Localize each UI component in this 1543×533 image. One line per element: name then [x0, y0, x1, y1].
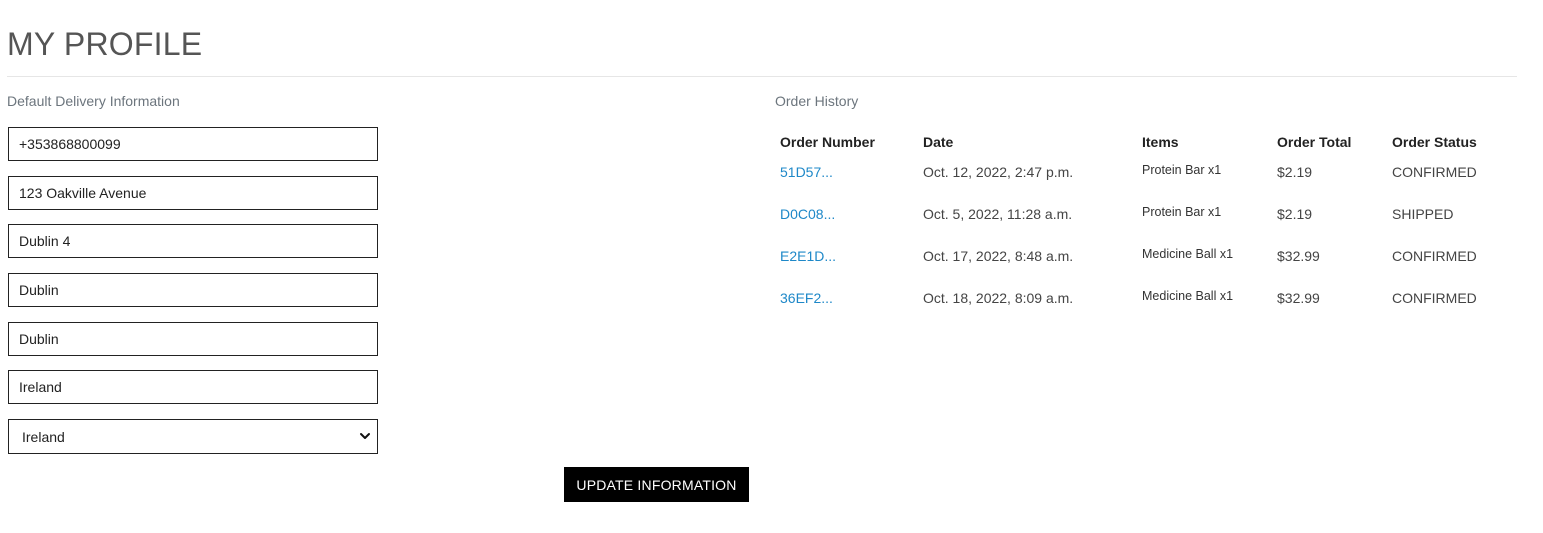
- chevron-down-icon: [360, 433, 370, 439]
- order-status: CONFIRMED: [1392, 164, 1477, 180]
- title-divider: [7, 76, 1517, 77]
- order-number-link[interactable]: 51D57...: [780, 163, 833, 181]
- country-text-field[interactable]: [8, 370, 378, 404]
- column-header-order-status: Order Status: [1392, 134, 1477, 150]
- table-row: 36EF2... Oct. 18, 2022, 8:09 a.m. Medici…: [780, 289, 1520, 331]
- order-number-link[interactable]: D0C08...: [780, 205, 835, 223]
- page-title: MY PROFILE: [7, 26, 203, 62]
- order-status: CONFIRMED: [1392, 248, 1477, 264]
- update-information-button[interactable]: UPDATE INFORMATION: [564, 467, 749, 502]
- order-number-link[interactable]: E2E1D...: [780, 247, 836, 265]
- county-field[interactable]: [8, 273, 378, 307]
- order-status: SHIPPED: [1392, 206, 1454, 222]
- order-status: CONFIRMED: [1392, 290, 1477, 306]
- column-header-date: Date: [923, 134, 954, 150]
- order-date: Oct. 17, 2022, 8:48 a.m.: [923, 248, 1074, 264]
- order-date: Oct. 18, 2022, 8:09 a.m.: [923, 290, 1074, 306]
- delivery-section-label: Default Delivery Information: [7, 93, 180, 109]
- profile-page: MY PROFILE Default Delivery Information …: [0, 0, 1543, 533]
- order-items: Medicine Ball x1: [1142, 289, 1234, 303]
- order-total: $32.99: [1277, 248, 1320, 264]
- order-items: Protein Bar x1: [1142, 205, 1222, 219]
- town-city-field[interactable]: [8, 224, 378, 258]
- table-row: D0C08... Oct. 5, 2022, 11:28 a.m. Protei…: [780, 205, 1520, 247]
- order-date: Oct. 12, 2022, 2:47 p.m.: [923, 164, 1074, 180]
- postcode-field[interactable]: [8, 322, 378, 356]
- country-select-value: Ireland: [22, 428, 65, 445]
- order-number-link[interactable]: 36EF2...: [780, 289, 833, 307]
- order-items: Medicine Ball x1: [1142, 247, 1234, 261]
- column-header-order-number: Order Number: [780, 134, 875, 150]
- order-history-label: Order History: [775, 93, 859, 109]
- column-header-items: Items: [1142, 134, 1179, 150]
- column-header-order-total: Order Total: [1277, 134, 1352, 150]
- table-row: 51D57... Oct. 12, 2022, 2:47 p.m. Protei…: [780, 163, 1520, 205]
- table-row: E2E1D... Oct. 17, 2022, 8:48 a.m. Medici…: [780, 247, 1520, 289]
- phone-number-field[interactable]: [8, 127, 378, 161]
- country-select[interactable]: Ireland: [8, 419, 378, 454]
- street-address-field[interactable]: [8, 176, 378, 210]
- order-items: Protein Bar x1: [1142, 163, 1222, 177]
- order-date: Oct. 5, 2022, 11:28 a.m.: [923, 206, 1073, 222]
- order-total: $32.99: [1277, 290, 1320, 306]
- order-total: $2.19: [1277, 164, 1313, 180]
- order-total: $2.19: [1277, 206, 1313, 222]
